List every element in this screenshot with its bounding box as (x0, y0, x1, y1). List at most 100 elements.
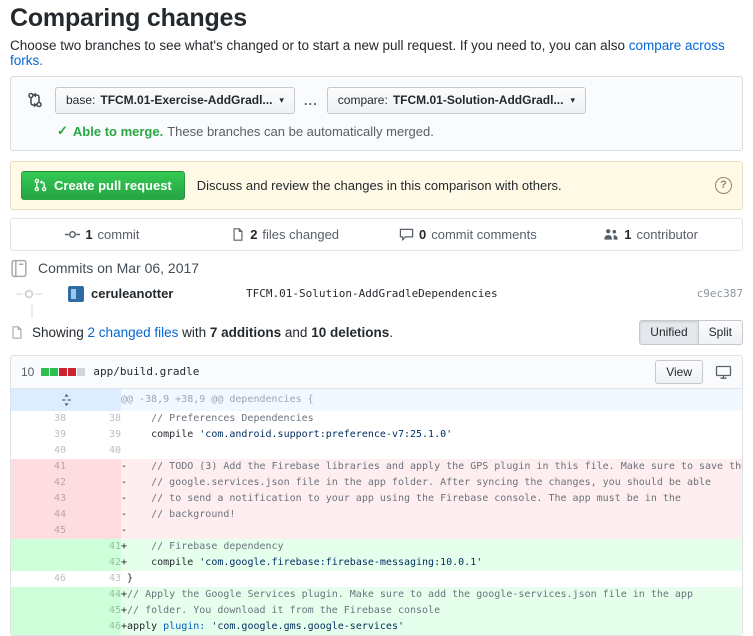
stat-number: 1 (624, 227, 631, 242)
diff-code-line: + compile 'com.google.firebase:firebase-… (121, 555, 742, 571)
deletions-count: 10 deletions (311, 325, 389, 340)
diff-new-line-number[interactable]: 45 (66, 603, 121, 619)
diff-old-line-number[interactable]: 39 (11, 427, 66, 443)
diff-old-line-number[interactable]: 45 (11, 523, 66, 539)
diff-row: 45+// folder. You download it from the F… (11, 603, 742, 619)
stat-number: 1 (85, 227, 92, 242)
diff-table: @@ -38,9 +38,9 @@ dependencies {3838 // … (11, 389, 742, 635)
commit-message[interactable]: TFCM.01-Solution-AddGradleDependencies (246, 287, 498, 300)
diff-old-line-number[interactable] (11, 587, 66, 603)
diff-old-line-number[interactable]: 40 (11, 443, 66, 459)
diff-new-line-number[interactable]: 44 (66, 587, 121, 603)
stat-label: contributor (637, 227, 698, 242)
additions-count: 7 additions (210, 325, 281, 340)
stat-label: files changed (262, 227, 339, 242)
diff-code-line: compile 'com.android.support:preference-… (121, 427, 742, 443)
diffstat-block-add (50, 368, 58, 376)
comment-icon (399, 227, 414, 242)
diff-code-line: +// folder. You download it from the Fir… (121, 603, 742, 619)
commit-author[interactable]: ceruleanotter (91, 286, 246, 301)
diff-code-line: - // TODO (3) Add the Firebase libraries… (121, 459, 742, 475)
chevron-down-icon: ▾ (570, 95, 575, 106)
split-view-button[interactable]: Split (699, 320, 743, 345)
diff-view-toggle: Unified Split (639, 320, 743, 345)
diff-row: 45- (11, 523, 742, 539)
banner-description: Discuss and review the changes in this c… (197, 178, 562, 193)
help-icon[interactable]: ? (715, 177, 732, 194)
diff-row: 41+ // Firebase dependency (11, 539, 742, 555)
diff-old-line-number[interactable]: 43 (11, 491, 66, 507)
diff-new-line-number[interactable] (66, 507, 121, 523)
diff-code-line: - // to send a notification to your app … (121, 491, 742, 507)
avatar[interactable] (68, 286, 84, 302)
diff-old-line-number[interactable]: 38 (11, 411, 66, 427)
diff-row: 44- // background! (11, 507, 742, 523)
diff-old-line-number[interactable] (11, 619, 66, 635)
expand-hunk-button[interactable] (11, 389, 121, 411)
commits-date-heading: Commits on Mar 06, 2017 (10, 259, 743, 278)
diff-code-line: // Preferences Dependencies (121, 411, 742, 427)
base-branch-dropdown[interactable]: base:TFCM.01-Exercise-AddGradl...▾ (55, 87, 295, 114)
diffstat-block-del (68, 368, 76, 376)
diff-old-line-number[interactable]: 41 (11, 459, 66, 475)
commit-icon (65, 227, 80, 242)
diff-new-line-number[interactable]: 43 (66, 571, 121, 587)
changed-files-link[interactable]: 2 changed files (88, 325, 179, 340)
diff-code-line: +// Apply the Google Services plugin. Ma… (121, 587, 742, 603)
diff-new-line-number[interactable]: 42 (66, 555, 121, 571)
diff-new-line-number[interactable]: 41 (66, 539, 121, 555)
diff-new-line-number[interactable]: 38 (66, 411, 121, 427)
diff-old-line-number[interactable]: 44 (11, 507, 66, 523)
commit-sha[interactable]: c9ec387 (697, 287, 743, 300)
commit-row: ceruleanotter TFCM.01-Solution-AddGradle… (10, 282, 743, 306)
merge-status: ✓ Able to merge. These branches can be a… (27, 123, 726, 140)
diff-old-line-number[interactable] (11, 555, 66, 571)
diff-old-line-number[interactable]: 42 (11, 475, 66, 491)
stat-comment[interactable]: 0commit comments (377, 227, 560, 242)
file-changes-count: 10 (21, 365, 34, 379)
diff-row: 41 - // TODO (3) Add the Firebase librari… (11, 459, 742, 475)
diff-summary-row: Showing 2 changed files with 7 additions… (10, 320, 743, 345)
diff-hunk-row: @@ -38,9 +38,9 @@ dependencies { (11, 389, 742, 411)
diff-old-line-number[interactable]: 46 (11, 571, 66, 587)
stat-commit[interactable]: 1 commit (11, 227, 194, 242)
create-pull-request-button[interactable]: Create pull request (21, 171, 185, 200)
diff-row: 4040 (11, 443, 742, 459)
diff-row: 43 - // to send a notification to your ap… (11, 491, 742, 507)
git-pull-request-icon (34, 178, 47, 192)
diffstat-block-neutral (77, 368, 85, 376)
diff-row: 3939 compile 'com.android.support:prefer… (11, 427, 742, 443)
diff-row: 44+// Apply the Google Services plugin. … (11, 587, 742, 603)
stat-people[interactable]: 1 contributor (559, 227, 742, 242)
diff-new-line-number[interactable] (66, 491, 121, 507)
compare-branch-dropdown[interactable]: compare:TFCM.01-Solution-AddGradl...▾ (327, 87, 586, 114)
diff-code-line: - // google.services.json file in the ap… (121, 475, 742, 491)
branch-selector-box: base:TFCM.01-Exercise-AddGradl...▾ ... c… (10, 76, 743, 151)
page-subtitle: Choose two branches to see what's change… (10, 38, 743, 68)
diff-new-line-number[interactable]: 39 (66, 427, 121, 443)
stat-label: commit (98, 227, 140, 242)
diff-code-line: + // Firebase dependency (121, 539, 742, 555)
diff-old-line-number[interactable] (11, 539, 66, 555)
diff-old-line-number[interactable] (11, 603, 66, 619)
diff-row: 42+ compile 'com.google.firebase:firebas… (11, 555, 742, 571)
diff-new-line-number[interactable] (66, 523, 121, 539)
diff-code-line: @@ -38,9 +38,9 @@ dependencies { (121, 389, 742, 411)
rich-diff-display-icon[interactable] (715, 364, 732, 380)
summary-text: Showing 2 changed files with 7 additions… (32, 325, 393, 340)
stat-file[interactable]: 2 files changed (194, 227, 377, 242)
page-title: Comparing changes (10, 4, 743, 33)
diff-file-box: 10 app/build.gradle View @@ -38,9 +38,9 … (10, 355, 743, 636)
diffstat-blocks-icon (41, 368, 85, 376)
diff-new-line-number[interactable]: 46 (66, 619, 121, 635)
comparison-stats-bar: 1 commit 2 files changed 0commit comments 1 co… (10, 218, 743, 251)
unified-view-button[interactable]: Unified (639, 320, 698, 345)
stat-number: 2 (250, 227, 257, 242)
diff-new-line-number[interactable]: 40 (66, 443, 121, 459)
git-commit-node-icon (16, 286, 42, 302)
diff-row: 3838 // Preferences Dependencies (11, 411, 742, 427)
diff-new-line-number[interactable] (66, 459, 121, 475)
diff-code-line: +apply plugin: 'com.google.gms.google-se… (121, 619, 742, 635)
view-file-button[interactable]: View (655, 360, 703, 384)
diff-new-line-number[interactable] (66, 475, 121, 491)
